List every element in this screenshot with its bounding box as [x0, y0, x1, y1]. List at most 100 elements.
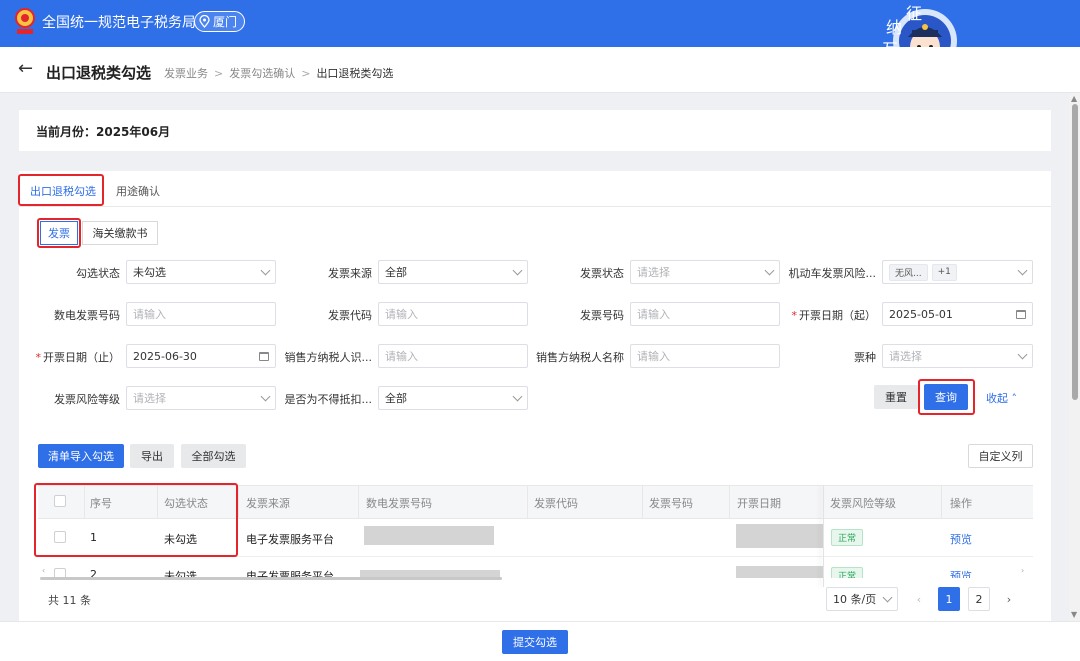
mascot-char-1: 征	[906, 4, 922, 23]
issue-date-end-picker[interactable]: 2025-06-30	[126, 344, 276, 368]
invoice-status-label: 发票状态	[580, 267, 624, 280]
column-divider	[642, 485, 643, 519]
page-size-value: 10 条/页	[833, 593, 877, 606]
col-issue-date: 开票日期	[737, 497, 781, 510]
breadcrumb-separator-icon: >	[214, 67, 224, 80]
vehicle-risk-label: 机动车发票风险...	[788, 267, 877, 280]
scrollbar-thumb[interactable]	[1072, 104, 1078, 400]
check-status-label: 勾选状态	[76, 267, 120, 280]
row-invoice-source: 电子发票服务平台	[246, 533, 334, 546]
issue-date-start-picker[interactable]: 2025-05-01	[882, 302, 1033, 326]
page-header	[0, 47, 1080, 93]
location-pin-icon	[199, 15, 210, 28]
export-button[interactable]: 导出	[130, 444, 174, 468]
page-title: 出口退税类勾选	[46, 64, 152, 82]
invoice-source-select[interactable]: 全部	[378, 260, 528, 284]
invoice-no-input[interactable]: 请输入	[630, 302, 780, 326]
highlight-box	[18, 174, 104, 206]
city-selector[interactable]: 厦门	[194, 11, 246, 32]
vehicle-risk-select[interactable]: 无风... +1	[882, 260, 1033, 284]
collapse-label: 收起	[986, 392, 1008, 405]
check-status-select[interactable]: 未勾选	[126, 260, 276, 284]
back-arrow-icon[interactable]: ←	[18, 59, 38, 79]
chevron-up-icon: ˄	[1011, 392, 1018, 405]
highlight-box	[34, 483, 238, 557]
chevron-down-icon	[260, 391, 271, 401]
col-e-invoice-no: 数电发票号码	[366, 497, 432, 510]
vehicle-risk-tag[interactable]: 无风...	[889, 263, 928, 281]
non-deductible-value: 全部	[385, 392, 407, 405]
page-2-button[interactable]: 2	[968, 587, 990, 611]
chevron-down-icon	[512, 391, 523, 401]
highlight-box	[918, 379, 975, 415]
issue-date-start-label-text: 开票日期（起）	[799, 309, 876, 322]
table-horizontal-scrollbar[interactable]	[40, 577, 502, 580]
column-divider	[527, 485, 528, 519]
column-divider	[729, 485, 730, 519]
import-check-button[interactable]: 清单导入勾选	[38, 444, 124, 468]
breadcrumb-invoice-business[interactable]: 发票业务	[164, 67, 208, 80]
vehicle-risk-more-tag: +1	[931, 263, 957, 281]
next-page-icon[interactable]: ›	[998, 587, 1020, 611]
issue-date-end-value: 2025-06-30	[133, 349, 197, 363]
breadcrumb-current: 出口退税类勾选	[316, 67, 394, 80]
chevron-down-icon	[260, 265, 271, 275]
page-1-button[interactable]: 1	[938, 587, 960, 611]
risk-normal-badge: 正常	[831, 567, 864, 578]
risk-level-label: 发票风险等级	[54, 393, 120, 406]
seller-tax-id-placeholder: 请输入	[385, 350, 418, 363]
invoice-code-input[interactable]: 请输入	[378, 302, 528, 326]
collapse-link[interactable]: 收起 ˄	[986, 390, 1017, 406]
issue-date-start-label: * 开票日期（起）	[776, 307, 877, 323]
current-month-card	[19, 110, 1051, 151]
breadcrumb-invoice-confirm[interactable]: 发票勾选确认	[229, 67, 295, 80]
system-title: 全国统一规范电子税务局	[42, 15, 196, 31]
subtab-customs-payment[interactable]: 海关缴款书	[82, 221, 158, 245]
invoice-status-select[interactable]: 请选择	[630, 260, 780, 284]
non-deductible-select[interactable]: 全部	[378, 386, 528, 410]
seller-tax-id-input[interactable]: 请输入	[378, 344, 528, 368]
chevron-down-icon	[764, 265, 775, 275]
column-divider	[941, 485, 942, 519]
risk-normal-badge: 正常	[831, 529, 864, 546]
preview-link[interactable]: 预览	[950, 531, 972, 547]
tab-divider	[19, 206, 1051, 207]
redacted-issue-date	[736, 524, 824, 548]
calendar-icon	[259, 351, 269, 361]
column-divider	[358, 485, 359, 519]
mascot-char-2: 纳	[886, 18, 902, 37]
e-invoice-no-input[interactable]: 请输入	[126, 302, 276, 326]
breadcrumb: 发票业务 > 发票勾选确认 > 出口退税类勾选	[164, 65, 393, 81]
current-month: 当前月份：2025年06月	[36, 125, 171, 139]
fixed-column-shadow	[823, 485, 824, 587]
scroll-up-icon[interactable]: ▲	[1071, 94, 1077, 103]
page-size-select[interactable]: 10 条/页	[826, 587, 898, 611]
scroll-down-icon[interactable]: ▼	[1071, 610, 1077, 619]
scroll-left-icon[interactable]: ‹	[42, 566, 45, 575]
chevron-down-icon	[1017, 265, 1028, 275]
check-all-button[interactable]: 全部勾选	[181, 444, 246, 468]
total-count: 共 11 条	[48, 594, 91, 607]
risk-level-select[interactable]: 请选择	[126, 386, 276, 410]
invoice-type-select[interactable]: 请选择	[882, 344, 1033, 368]
tab-usage-confirm[interactable]: 用途确认	[116, 183, 160, 199]
column-divider	[238, 485, 239, 519]
invoice-type-placeholder: 请选择	[889, 350, 922, 363]
required-mark: *	[791, 309, 798, 322]
prev-page-icon[interactable]: ‹	[908, 587, 930, 611]
scroll-right-icon[interactable]: ›	[1021, 566, 1024, 575]
col-invoice-no: 发票号码	[649, 497, 693, 510]
e-invoice-no-placeholder: 请输入	[133, 308, 166, 321]
seller-name-placeholder: 请输入	[637, 350, 670, 363]
tax-emblem-icon	[15, 8, 35, 34]
seller-name-input[interactable]: 请输入	[630, 344, 780, 368]
submit-check-button[interactable]: 提交勾选	[502, 630, 568, 654]
invoice-code-placeholder: 请输入	[385, 308, 418, 321]
custom-columns-button[interactable]: 自定义列	[968, 444, 1033, 468]
col-risk-level: 发票风险等级	[830, 497, 896, 510]
reset-button[interactable]: 重置	[874, 385, 918, 409]
invoice-no-placeholder: 请输入	[637, 308, 670, 321]
table-row: 2 未勾选 电子发票服务平台 正常 预览	[38, 560, 1033, 578]
check-status-value: 未勾选	[133, 266, 166, 279]
preview-link[interactable]: 预览	[950, 568, 972, 578]
